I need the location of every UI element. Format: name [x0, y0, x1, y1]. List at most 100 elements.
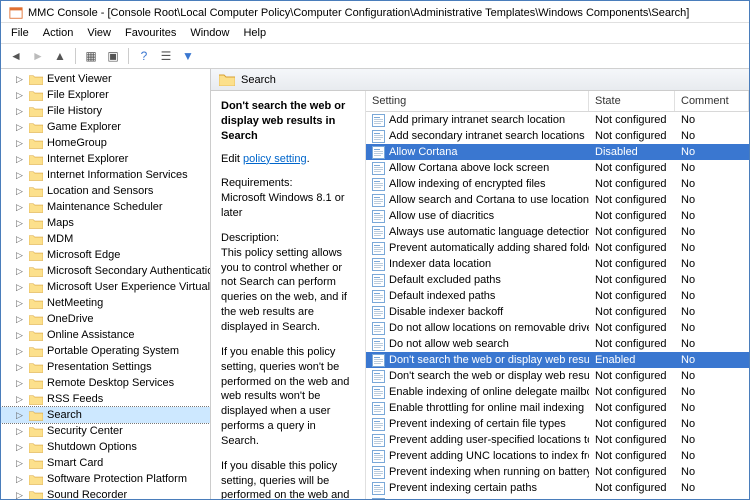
setting-row[interactable]: Allow CortanaDisabledNo	[366, 144, 749, 160]
tree-item[interactable]: ▷Game Explorer	[1, 119, 210, 135]
tree-item[interactable]: ▷File History	[1, 103, 210, 119]
setting-row[interactable]: Do not allow web searchNot configuredNo	[366, 336, 749, 352]
expand-icon[interactable]: ▷	[15, 395, 24, 404]
menu-favourites[interactable]: Favourites	[119, 25, 182, 41]
expand-icon[interactable]: ▷	[15, 187, 24, 196]
expand-icon[interactable]: ▷	[15, 139, 24, 148]
tree-item[interactable]: ▷OneDrive	[1, 311, 210, 327]
expand-icon[interactable]: ▷	[15, 267, 24, 276]
setting-row[interactable]: Disable indexer backoffNot configuredNo	[366, 304, 749, 320]
setting-row[interactable]: Don't search the web or display web resu…	[366, 352, 749, 368]
setting-row[interactable]: Default indexed pathsNot configuredNo	[366, 288, 749, 304]
col-setting[interactable]: Setting	[366, 91, 589, 111]
expand-icon[interactable]: ▷	[15, 203, 24, 212]
forward-button[interactable]: ►	[29, 47, 47, 65]
setting-row[interactable]: Allow use of diacriticsNot configuredNo	[366, 208, 749, 224]
tree-item[interactable]: ▷Software Protection Platform	[1, 471, 210, 487]
tree-item[interactable]: ▷Microsoft User Experience Virtualizatio…	[1, 279, 210, 295]
expand-icon[interactable]: ▷	[15, 251, 24, 260]
expand-icon[interactable]: ▷	[15, 411, 24, 420]
setting-row[interactable]: Prevent automatically adding shared fold…	[366, 240, 749, 256]
expand-icon[interactable]: ▷	[15, 427, 24, 436]
edit-policy-link[interactable]: policy setting	[243, 153, 307, 165]
setting-row[interactable]: Enable throttling for online mail indexi…	[366, 400, 749, 416]
menu-view[interactable]: View	[81, 25, 117, 41]
expand-icon[interactable]: ▷	[15, 219, 24, 228]
setting-row[interactable]: Prevent adding UNC locations to index fr…	[366, 448, 749, 464]
help-button[interactable]: ?	[135, 47, 153, 65]
tree-item[interactable]: ▷Sound Recorder	[1, 487, 210, 499]
tree-item[interactable]: ▷File Explorer	[1, 87, 210, 103]
setting-row[interactable]: Always use automatic language detection …	[366, 224, 749, 240]
expand-icon[interactable]: ▷	[15, 155, 24, 164]
tree-item[interactable]: ▷Event Viewer	[1, 71, 210, 87]
up-button[interactable]: ▲	[51, 47, 69, 65]
menu-window[interactable]: Window	[184, 25, 235, 41]
tree-item[interactable]: ▷MDM	[1, 231, 210, 247]
setting-row[interactable]: Prevent indexing certain pathsNot config…	[366, 480, 749, 496]
setting-row[interactable]: Allow indexing of encrypted filesNot con…	[366, 176, 749, 192]
tree-item[interactable]: ▷HomeGroup	[1, 135, 210, 151]
expand-icon[interactable]: ▷	[15, 123, 24, 132]
tree-item[interactable]: ▷Shutdown Options	[1, 439, 210, 455]
col-comment[interactable]: Comment	[675, 91, 749, 111]
tree-item[interactable]: ▷Presentation Settings	[1, 359, 210, 375]
tree-item[interactable]: ▷Location and Sensors	[1, 183, 210, 199]
expand-icon[interactable]: ▷	[15, 171, 24, 180]
new-window-button[interactable]: ▣	[104, 47, 122, 65]
tree-item[interactable]: ▷Remote Desktop Services	[1, 375, 210, 391]
tree-item[interactable]: ▷NetMeeting	[1, 295, 210, 311]
setting-row[interactable]: Enable indexing of online delegate mailb…	[366, 384, 749, 400]
tree-item[interactable]: ▷Online Assistance	[1, 327, 210, 343]
tree-item[interactable]: ▷Microsoft Secondary Authentication Fact…	[1, 263, 210, 279]
filter-button[interactable]: ▼	[179, 47, 197, 65]
expand-icon[interactable]: ▷	[15, 443, 24, 452]
expand-icon[interactable]: ▷	[15, 331, 24, 340]
tree-item[interactable]: ▷Security Center	[1, 423, 210, 439]
tree-item[interactable]: ▷Internet Information Services	[1, 167, 210, 183]
setting-row[interactable]: Allow search and Cortana to use location…	[366, 192, 749, 208]
menu-action[interactable]: Action	[37, 25, 80, 41]
tree-item[interactable]: ▷Internet Explorer	[1, 151, 210, 167]
tree-item[interactable]: ▷Microsoft Edge	[1, 247, 210, 263]
expand-icon[interactable]: ▷	[15, 235, 24, 244]
setting-row[interactable]: Don't search the web or display web resu…	[366, 368, 749, 384]
setting-row[interactable]: Prevent indexing when running on battery…	[366, 464, 749, 480]
menu-help[interactable]: Help	[237, 25, 272, 41]
column-headers[interactable]: Setting State Comment	[366, 91, 749, 112]
setting-row[interactable]: Add secondary intranet search locationsN…	[366, 128, 749, 144]
expand-icon[interactable]: ▷	[15, 75, 24, 84]
expand-icon[interactable]: ▷	[15, 91, 24, 100]
properties-button[interactable]: ☰	[157, 47, 175, 65]
expand-icon[interactable]: ▷	[15, 347, 24, 356]
expand-icon[interactable]: ▷	[15, 315, 24, 324]
tree-item[interactable]: ▷Smart Card	[1, 455, 210, 471]
setting-row[interactable]: Prevent adding user-specified locations …	[366, 432, 749, 448]
back-button[interactable]: ◄	[7, 47, 25, 65]
tree-item[interactable]: ▷Maps	[1, 215, 210, 231]
setting-row[interactable]: Indexer data locationNot configuredNo	[366, 256, 749, 272]
setting-row[interactable]: Allow Cortana above lock screenNot confi…	[366, 160, 749, 176]
setting-row[interactable]: Do not allow locations on removable driv…	[366, 320, 749, 336]
expand-icon[interactable]: ▷	[15, 379, 24, 388]
show-hide-button[interactable]: ▦	[82, 47, 100, 65]
expand-icon[interactable]: ▷	[15, 363, 24, 372]
expand-icon[interactable]: ▷	[15, 459, 24, 468]
menu-file[interactable]: File	[5, 25, 35, 41]
setting-row[interactable]: Prevent indexing e-mail attachmentsNot c…	[366, 496, 749, 499]
settings-list[interactable]: Add primary intranet search locationNot …	[366, 112, 749, 499]
expand-icon[interactable]: ▷	[15, 283, 24, 292]
tree-item[interactable]: ▷Maintenance Scheduler	[1, 199, 210, 215]
tree-item[interactable]: ▷RSS Feeds	[1, 391, 210, 407]
expand-icon[interactable]: ▷	[15, 299, 24, 308]
setting-row[interactable]: Add primary intranet search locationNot …	[366, 112, 749, 128]
tree-item[interactable]: ▷Portable Operating System	[1, 343, 210, 359]
tree-item[interactable]: ▷Search	[1, 407, 210, 423]
setting-row[interactable]: Default excluded pathsNot configuredNo	[366, 272, 749, 288]
setting-row[interactable]: Prevent indexing of certain file typesNo…	[366, 416, 749, 432]
col-state[interactable]: State	[589, 91, 675, 111]
tree-pane[interactable]: ▷Event Viewer▷File Explorer▷File History…	[1, 69, 211, 499]
expand-icon[interactable]: ▷	[15, 107, 24, 116]
expand-icon[interactable]: ▷	[15, 475, 24, 484]
expand-icon[interactable]: ▷	[15, 491, 24, 500]
